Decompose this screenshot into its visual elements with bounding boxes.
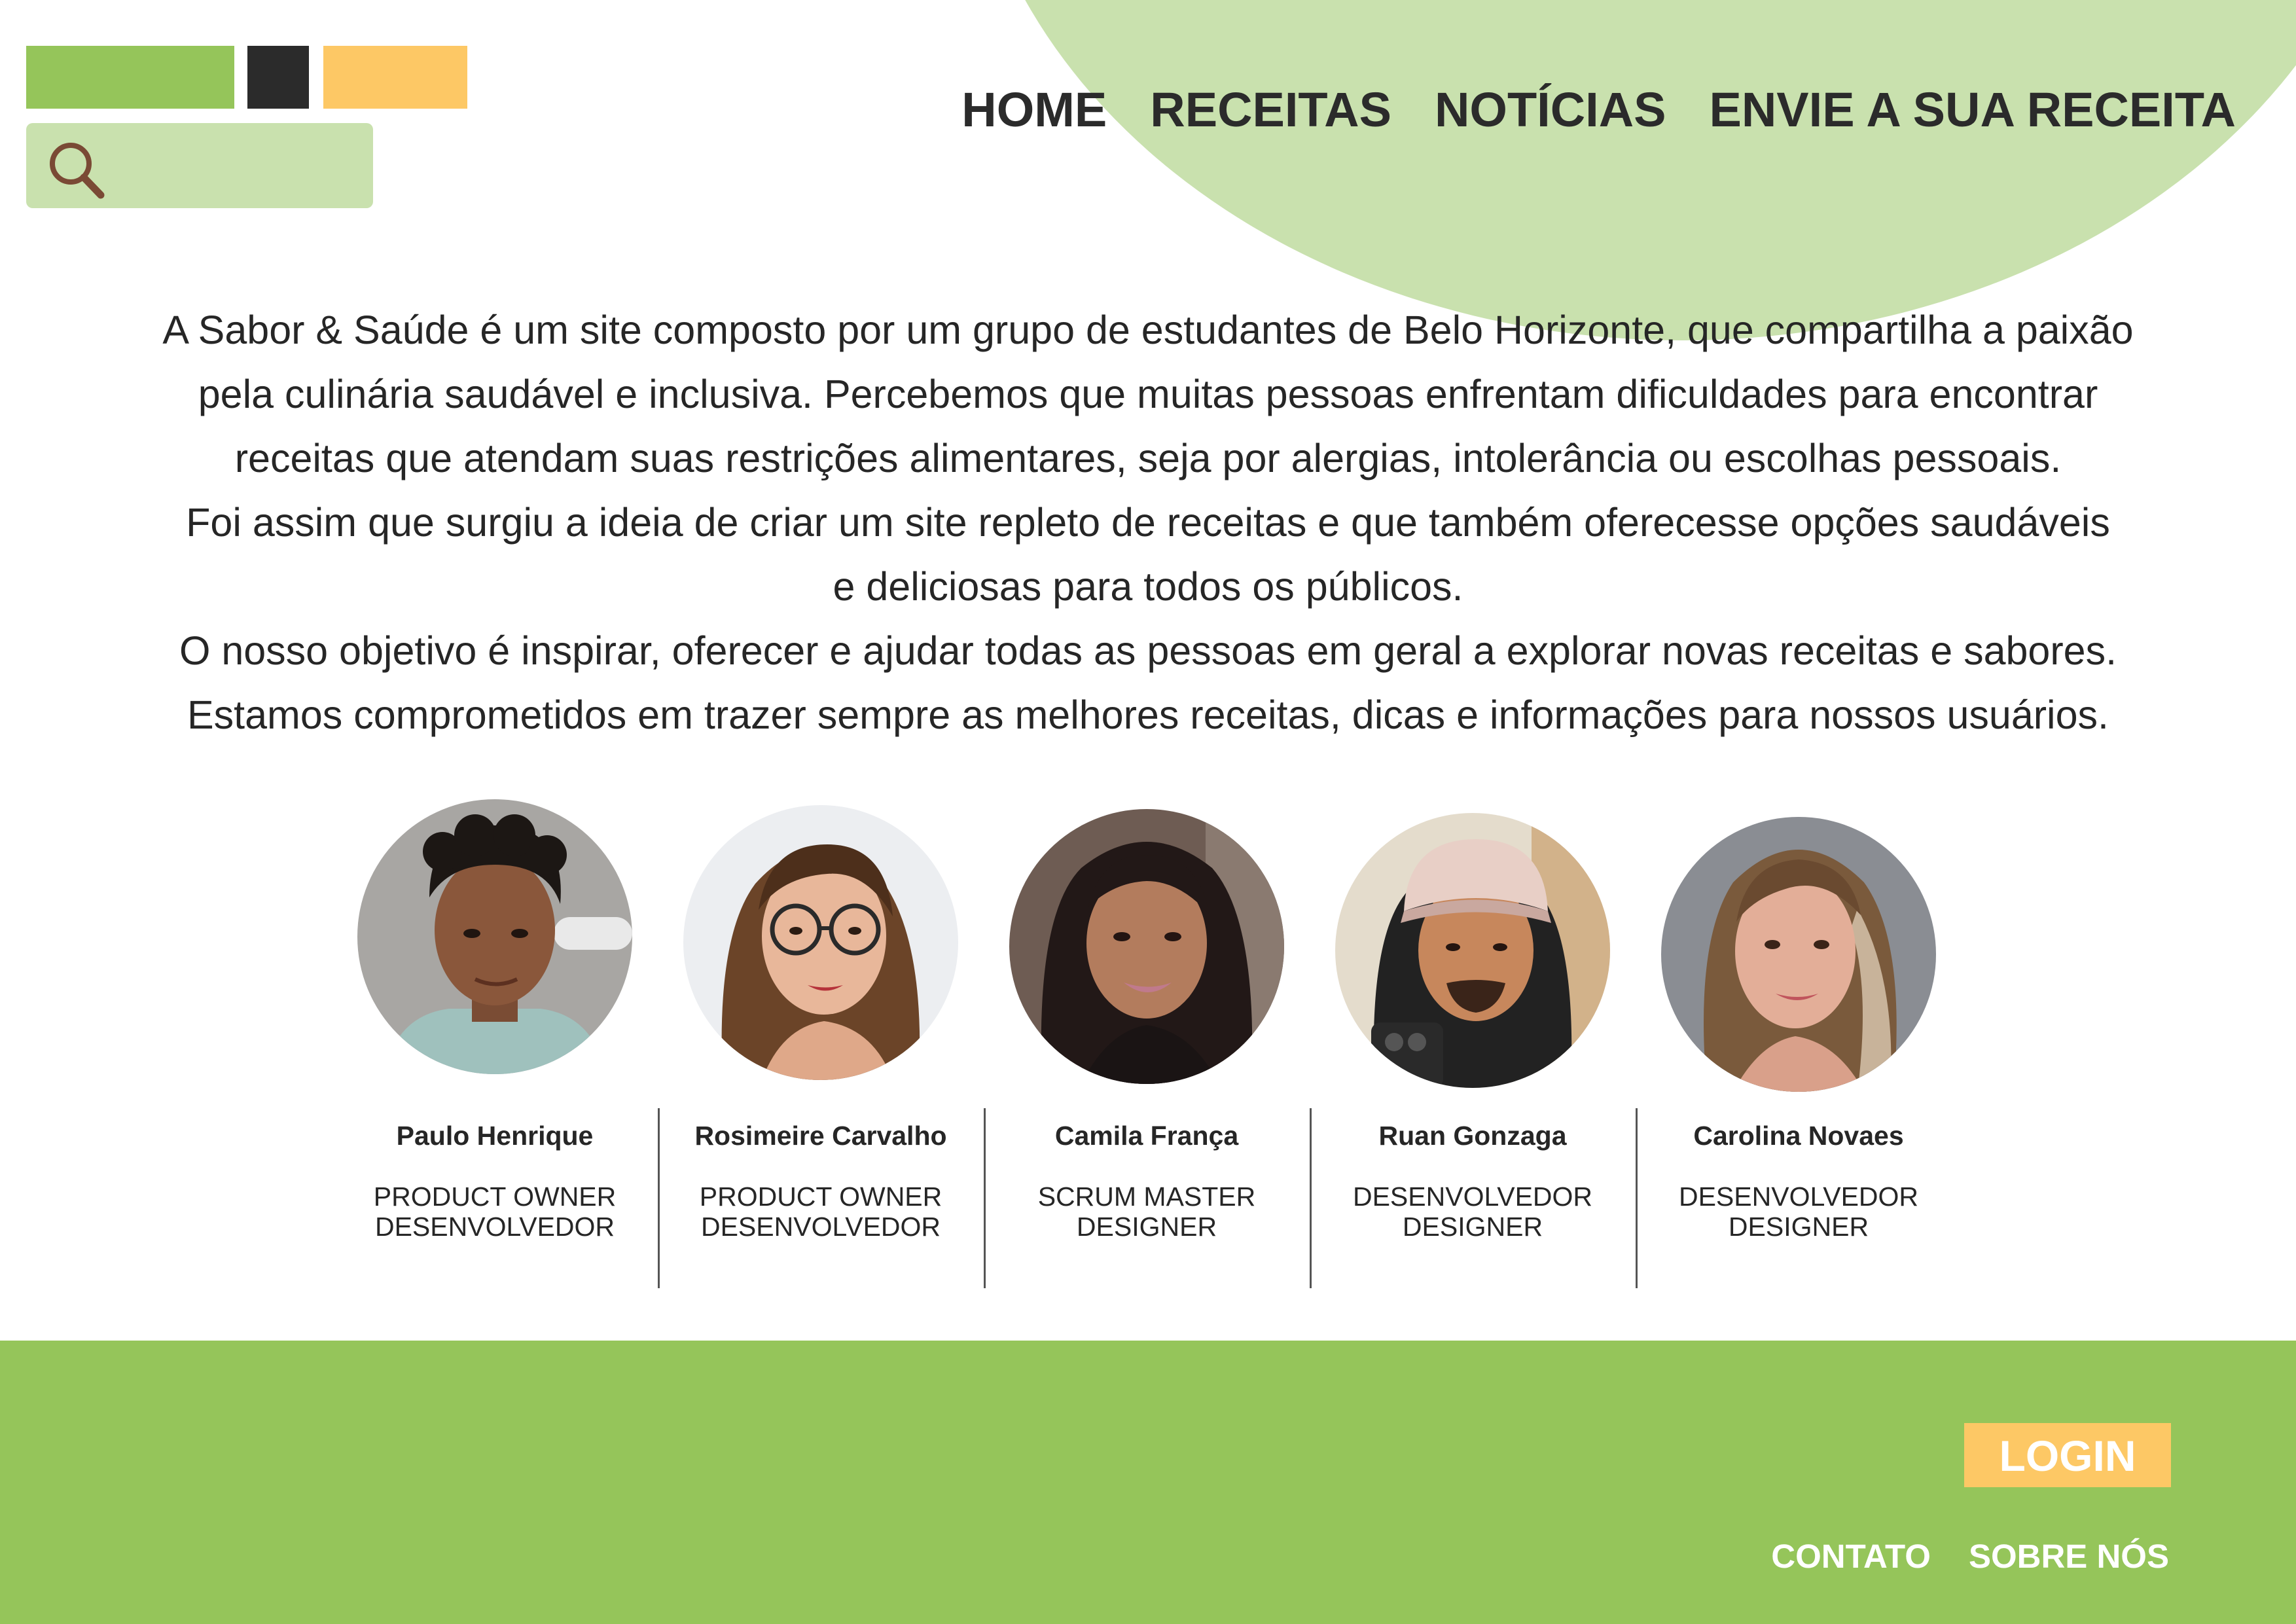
team-member: Paulo Henrique PRODUCT OWNER DESENVOLVED… [332,795,658,1293]
avatar [1335,813,1610,1088]
about-line: A Sabor & Saúde é um site composto por u… [162,308,2134,352]
team-member: Ruan Gonzaga DESENVOLVEDOR DESIGNER [1310,795,1636,1293]
nav-receitas[interactable]: RECEITAS [1150,82,1391,137]
member-name: Paulo Henrique [396,1121,594,1151]
member-role-line: PRODUCT OWNER [373,1182,617,1212]
search-icon [43,137,109,203]
member-role-line: DESIGNER [1402,1212,1543,1242]
member-role: PRODUCT OWNER DESENVOLVEDOR [658,1182,984,1242]
avatar [1009,809,1284,1084]
member-role-line: DESENVOLVEDOR [374,1212,615,1242]
member-role-line: SCRUM MASTER [1037,1182,1256,1212]
about-line: e deliciosas para todos os públicos. [833,564,1463,609]
logo-block-yellow [323,46,467,109]
search-bar[interactable] [26,123,373,208]
footer-link-sobre-nos[interactable]: SOBRE NÓS [1969,1537,2169,1576]
nav-home[interactable]: HOME [961,82,1107,137]
member-role: SCRUM MASTER DESIGNER [984,1182,1310,1242]
login-button[interactable]: LOGIN [1964,1423,2171,1487]
member-role: DESENVOLVEDOR DESIGNER [1310,1182,1636,1242]
about-line: Foi assim que surgiu a ideia de criar um… [186,500,2110,545]
nav-envie-receita[interactable]: ENVIE A SUA RECEITA [1710,82,2236,137]
about-line: O nosso objetivo é inspirar, oferecer e … [179,628,2117,673]
member-role-line: DESIGNER [1076,1212,1217,1242]
team-member: Carolina Novaes DESENVOLVEDOR DESIGNER [1636,795,1962,1293]
member-role: DESENVOLVEDOR DESIGNER [1636,1182,1962,1242]
team-member: Rosimeire Carvalho PRODUCT OWNER DESENVO… [658,795,984,1293]
member-name: Ruan Gonzaga [1378,1121,1567,1151]
member-role-line: PRODUCT OWNER [699,1182,942,1212]
member-role-line: DESENVOLVEDOR [700,1212,941,1242]
avatar [683,805,958,1080]
about-line: receitas que atendam suas restrições ali… [234,436,2062,480]
page: HOME RECEITAS NOTÍCIAS ENVIE A SUA RECEI… [0,0,2296,1624]
member-role-line: DESENVOLVEDOR [1352,1182,1593,1212]
logo-block-dark [247,46,309,109]
footer: LOGIN CONTATO SOBRE NÓS [0,1341,2296,1624]
search-input[interactable] [118,136,363,196]
main-nav: HOME RECEITAS NOTÍCIAS ENVIE A SUA RECEI… [961,82,2236,137]
member-name: Camila França [1054,1121,1239,1151]
member-role-line: DESIGNER [1728,1212,1869,1242]
about-line: Estamos comprometidos em trazer sempre a… [187,693,2109,737]
member-role-line: DESENVOLVEDOR [1678,1182,1919,1212]
nav-noticias[interactable]: NOTÍCIAS [1435,82,1666,137]
member-name: Rosimeire Carvalho [694,1121,947,1151]
avatar [1661,817,1936,1092]
about-line: pela culinária saudável e inclusiva. Per… [198,372,2098,416]
footer-links: CONTATO SOBRE NÓS [1771,1537,2169,1576]
footer-link-contato[interactable]: CONTATO [1771,1537,1931,1576]
member-name: Carolina Novaes [1693,1121,1904,1151]
logo-block-green [26,46,234,109]
decorative-green-blob [962,0,2296,340]
member-role: PRODUCT OWNER DESENVOLVEDOR [332,1182,658,1242]
team-section: Paulo Henrique PRODUCT OWNER DESENVOLVED… [332,795,1962,1293]
avatar [357,799,632,1074]
about-text: A Sabor & Saúde é um site composto por u… [92,298,2204,747]
team-member: Camila França SCRUM MASTER DESIGNER [984,795,1310,1293]
